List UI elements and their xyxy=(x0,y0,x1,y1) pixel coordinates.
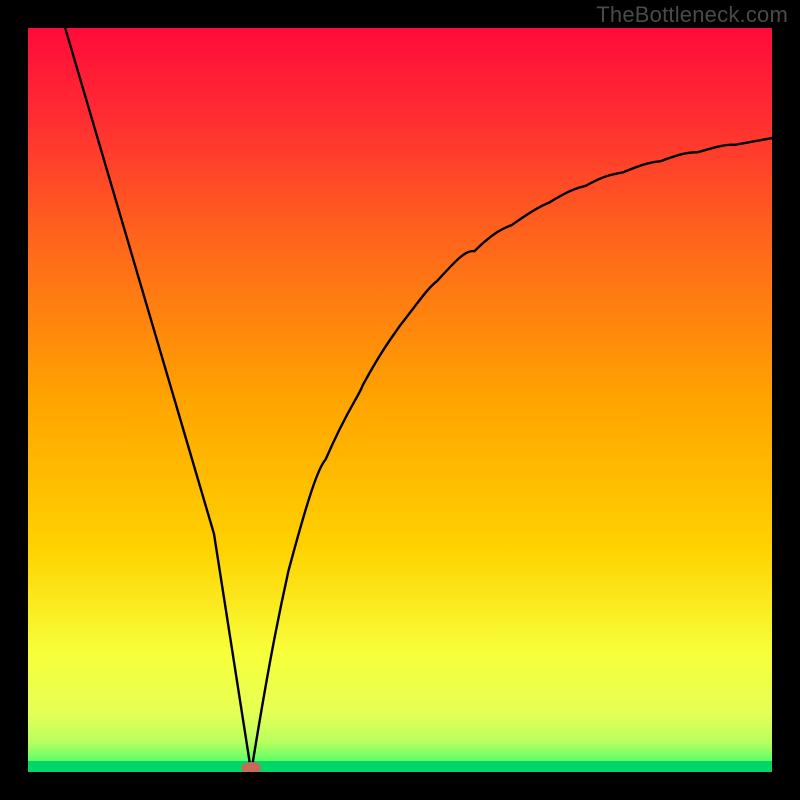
baseline-band xyxy=(28,761,772,772)
watermark-text: TheBottleneck.com xyxy=(596,2,788,28)
plot-svg xyxy=(28,28,772,772)
chart-frame: TheBottleneck.com xyxy=(0,0,800,800)
gradient-background xyxy=(28,28,772,772)
bottleneck-plot xyxy=(28,28,772,772)
